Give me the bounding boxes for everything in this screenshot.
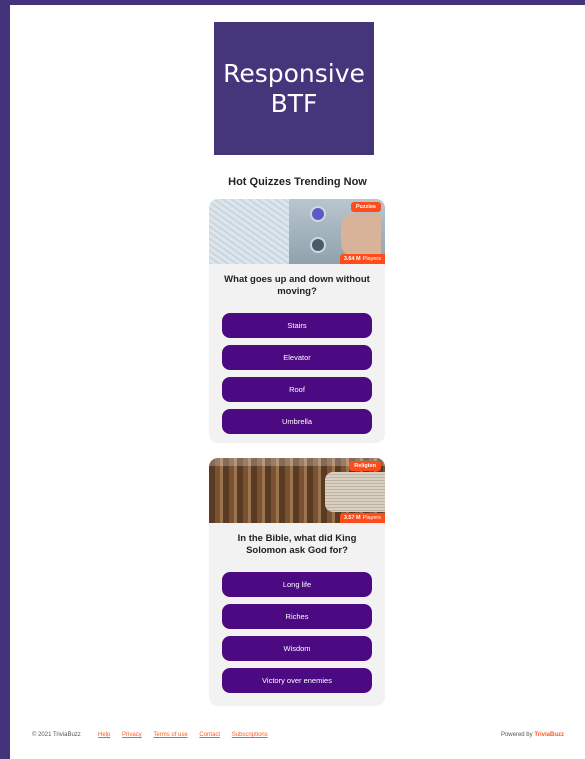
ad-text-line2: BTF — [270, 88, 318, 118]
category-badge: Puzzles — [350, 202, 381, 212]
quiz-card: Puzzles 3.64 M Players What goes up and d… — [209, 199, 385, 443]
answer-button[interactable]: Elevator — [222, 345, 372, 370]
section-title: Hot Quizzes Trending Now — [228, 176, 367, 188]
ad-banner[interactable]: Responsive BTF — [214, 22, 374, 155]
players-badge: 3.57 M Players — [339, 513, 385, 523]
footer-link-contact[interactable]: Contact — [199, 732, 220, 738]
players-label: Players — [362, 515, 381, 521]
answer-button[interactable]: Long life — [222, 572, 372, 597]
quiz-card: Religion 3.57 M Players In the Bible, wha… — [209, 458, 385, 706]
quiz-question: In the Bible, what did King Solomon ask … — [237, 533, 357, 556]
players-label: Players — [362, 256, 381, 262]
quiz-image[interactable]: Religion 3.57 M Players — [209, 458, 385, 523]
powered-by-label: Powered by — [500, 732, 533, 738]
footer-link-privacy[interactable]: Privacy — [122, 732, 142, 738]
book-pages — [325, 472, 385, 512]
ad-text-line1: Responsive — [223, 58, 365, 88]
elevator-up-icon — [310, 206, 326, 222]
footer: © 2021 TriviaBuzz Help Privacy Terms of … — [32, 732, 564, 744]
brand-link[interactable]: TriviaBuzz — [534, 732, 564, 738]
footer-link-subscriptions[interactable]: Subscriptions — [232, 732, 268, 738]
copyright: © 2021 TriviaBuzz — [32, 732, 81, 738]
answer-button[interactable]: Riches — [222, 604, 372, 629]
footer-link-help[interactable]: Help — [98, 732, 110, 738]
answer-button[interactable]: Stairs — [222, 313, 372, 338]
answer-list: Stairs Elevator Roof Umbrella — [222, 313, 372, 441]
answer-button[interactable]: Victory over enemies — [222, 668, 372, 693]
answer-button[interactable]: Umbrella — [222, 409, 372, 434]
quiz-question: What goes up and down without moving? — [224, 274, 370, 297]
answer-button[interactable]: Roof — [222, 377, 372, 402]
quiz-image[interactable]: Puzzles 3.64 M Players — [209, 199, 385, 264]
powered-by: Powered by TriviaBuzz — [501, 732, 564, 738]
players-count: 3.57 M — [343, 515, 361, 521]
players-badge: 3.64 M Players — [339, 254, 385, 264]
page: Responsive BTF Hot Quizzes Trending Now … — [10, 5, 585, 759]
answer-button[interactable]: Wisdom — [222, 636, 372, 661]
image-panel-left — [209, 199, 289, 264]
players-count: 3.64 M — [343, 256, 361, 262]
hand-icon — [341, 213, 381, 257]
category-badge: Religion — [349, 461, 381, 471]
elevator-down-icon — [310, 237, 326, 253]
answer-list: Long life Riches Wisdom Victory over ene… — [222, 572, 372, 700]
footer-link-terms[interactable]: Terms of use — [153, 732, 187, 738]
footer-links: Help Privacy Terms of use Contact Subscr… — [88, 732, 268, 738]
